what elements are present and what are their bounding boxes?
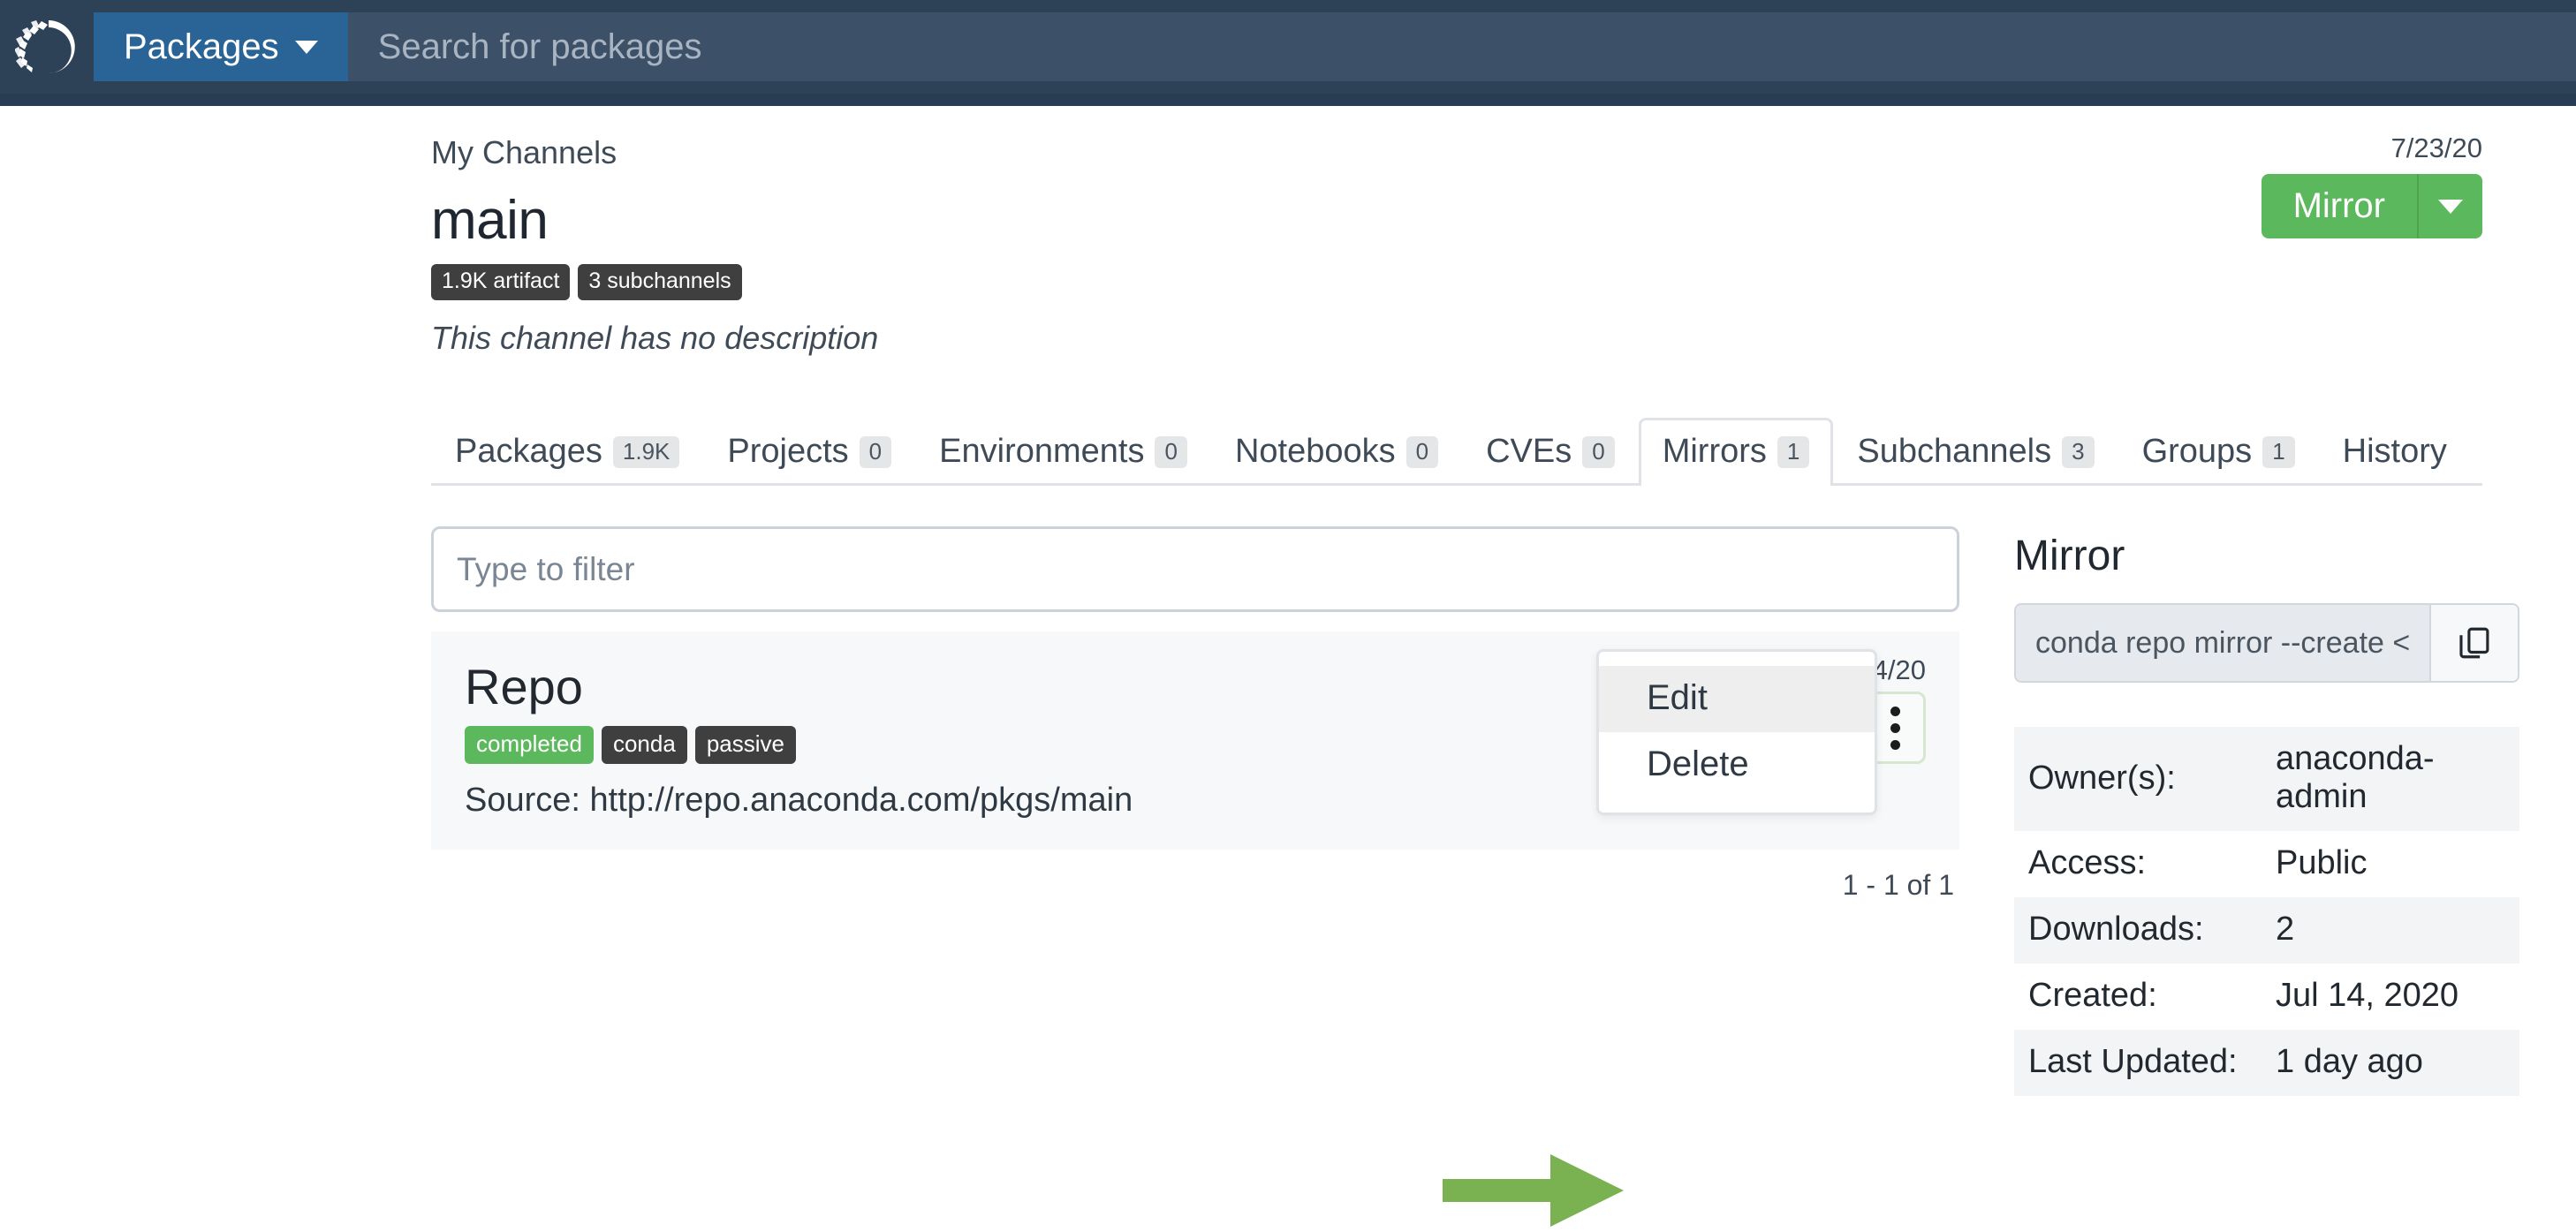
- meta-value: anaconda-admin: [2262, 727, 2520, 831]
- tab-count-badge: 1.9K: [612, 435, 680, 468]
- kebab-menu-icon: [1890, 722, 1900, 733]
- tab-count-badge: 0: [859, 435, 892, 468]
- body-columns: Repo completed conda passive Source: htt…: [431, 526, 2520, 1227]
- mode-badge: passive: [694, 726, 796, 764]
- tab-packages[interactable]: Packages 1.9K: [431, 418, 703, 483]
- tab-label: Notebooks: [1234, 433, 1396, 470]
- tab-label: Environments: [939, 433, 1145, 470]
- mirror-dropdown-toggle[interactable]: [2417, 174, 2482, 238]
- tab-projects[interactable]: Projects 0: [703, 418, 915, 483]
- type-badge: conda: [601, 726, 687, 764]
- tab-label: Subchannels: [1857, 433, 2052, 470]
- mirror-button-group: Mirror: [2261, 174, 2482, 238]
- channel-description: This channel has no description: [431, 320, 879, 356]
- artifact-count-badge: 1.9K artifact: [431, 264, 571, 300]
- tab-subchannels[interactable]: Subchannels 3: [1833, 418, 2118, 483]
- tab-groups[interactable]: Groups 1: [2118, 418, 2319, 483]
- tab-label: Groups: [2141, 433, 2253, 470]
- mirror-metadata-table: Owner(s): anaconda-admin Access: Public …: [2014, 727, 2520, 1096]
- meta-value: Public: [2276, 844, 2368, 881]
- tab-label: CVEs: [1486, 433, 1572, 470]
- channel-badges: 1.9K artifact 3 subchannels: [431, 264, 2482, 300]
- top-navbar: Packages: [0, 0, 2576, 94]
- meta-key: Last Updated:: [2014, 1030, 2262, 1096]
- tab-history[interactable]: History: [2319, 418, 2471, 483]
- copy-icon: [2459, 627, 2489, 659]
- caret-down-icon: [2438, 199, 2463, 214]
- breadcrumb[interactable]: My Channels: [431, 134, 2482, 171]
- packages-dropdown-label: Packages: [124, 26, 279, 66]
- mirror-command-text[interactable]: conda repo mirror --create <: [2016, 605, 2430, 681]
- navbar-underline-band: [0, 94, 2576, 106]
- tab-count-badge: 1: [1777, 435, 1810, 468]
- tab-label: Mirrors: [1662, 433, 1767, 470]
- tab-count-badge: 3: [2062, 435, 2095, 468]
- table-row: Last Updated: 1 day ago: [2014, 1030, 2520, 1096]
- tab-label: Packages: [455, 433, 602, 470]
- mirror-button[interactable]: Mirror: [2261, 174, 2417, 238]
- meta-value: 2: [2262, 897, 2520, 964]
- tab-bar: Packages 1.9K Projects 0 Environments 0 …: [431, 410, 2482, 486]
- meta-key: Owner(s):: [2014, 727, 2262, 831]
- mirror-detail-panel: Mirror conda repo mirror --create < Owne…: [2014, 526, 2520, 1096]
- meta-key: Downloads:: [2014, 897, 2262, 964]
- table-row: Owner(s): anaconda-admin: [2014, 727, 2520, 831]
- content-container: My Channels main 1.9K artifact 3 subchan…: [431, 106, 2520, 1227]
- table-row: Created: Jul 14, 2020: [2014, 964, 2519, 1030]
- pagination-summary: 1 - 1 of 1: [1842, 869, 1954, 901]
- panel-title: Mirror: [2014, 533, 2125, 579]
- tab-label: History: [2342, 433, 2447, 470]
- tab-count-badge: 0: [1155, 435, 1187, 468]
- mirrors-list-column: Repo completed conda passive Source: htt…: [431, 526, 1959, 1227]
- anaconda-logo-link[interactable]: [0, 0, 94, 94]
- tab-notebooks[interactable]: Notebooks 0: [1211, 418, 1462, 483]
- page-body: My Channels main 1.9K artifact 3 subchan…: [0, 106, 2576, 1227]
- page-title: main: [431, 190, 549, 251]
- menu-item-delete[interactable]: Delete: [1599, 732, 1875, 798]
- meta-value: Jul 14, 2020: [2276, 977, 2459, 1014]
- meta-value: 1 day ago: [2262, 1030, 2520, 1096]
- tab-cves[interactable]: CVEs 0: [1462, 418, 1639, 483]
- tab-mirrors[interactable]: Mirrors 1: [1638, 418, 1834, 486]
- table-row: Downloads: 2: [2014, 897, 2520, 964]
- menu-item-edit[interactable]: Edit: [1599, 666, 1875, 732]
- anaconda-logo-icon: [15, 20, 75, 74]
- mirror-list-item[interactable]: Repo completed conda passive Source: htt…: [431, 631, 1959, 850]
- header-date: 7/23/20: [2390, 132, 2482, 163]
- status-badge: completed: [465, 726, 594, 764]
- meta-key: Access:: [2028, 844, 2147, 881]
- search-input[interactable]: [347, 12, 2576, 81]
- tab-environments[interactable]: Environments 0: [915, 418, 1211, 483]
- kebab-menu-icon: [1890, 739, 1900, 750]
- right-arrow-annotation-icon: [1443, 1154, 1624, 1227]
- copy-command-button[interactable]: [2429, 605, 2519, 681]
- meta-key: Created:: [2028, 977, 2157, 1014]
- table-row: Access: Public: [2014, 831, 2519, 897]
- subchannel-count-badge: 3 subchannels: [578, 264, 742, 300]
- tab-count-badge: 0: [1582, 435, 1615, 468]
- header-actions: 7/23/20 Mirror: [2261, 132, 2482, 238]
- mirror-command-group: conda repo mirror --create <: [2014, 603, 2520, 683]
- tab-count-badge: 0: [1405, 435, 1439, 468]
- context-dropdown-menu: Edit Delete: [1596, 649, 1877, 815]
- tab-label: Projects: [727, 433, 849, 470]
- packages-dropdown-button[interactable]: Packages: [94, 12, 348, 81]
- filter-input[interactable]: [431, 526, 1959, 612]
- tab-count-badge: 1: [2262, 435, 2295, 468]
- kebab-menu-icon: [1890, 706, 1900, 716]
- caret-down-icon: [294, 40, 318, 54]
